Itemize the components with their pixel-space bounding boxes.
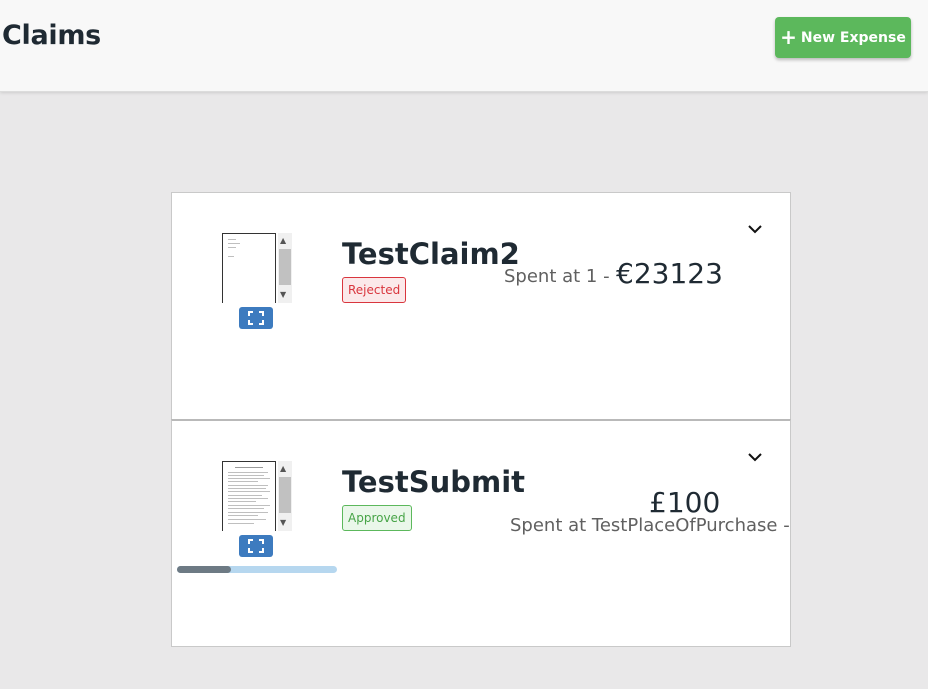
- status-badge: Rejected: [342, 277, 407, 303]
- preview-scrollbar[interactable]: ▲ ▼: [278, 461, 292, 531]
- fullscreen-icon: [248, 539, 264, 553]
- new-expense-button[interactable]: + New Expense: [775, 17, 911, 58]
- claim-amount: €23123: [616, 257, 723, 290]
- document-thumbnail: [222, 233, 276, 303]
- scroll-down-arrow-icon[interactable]: ▼: [280, 519, 286, 527]
- claim-card: ▲ ▼ TestSubmit Approved £100 Spent at Te…: [171, 419, 791, 647]
- spent-at-text: Spent at 1 -: [504, 266, 610, 287]
- claims-list: ▲ ▼ TestClaim2 Rejected Spent at 1 - €23…: [171, 192, 791, 648]
- chevron-down-icon[interactable]: [747, 223, 763, 235]
- page-header: Claims + New Expense: [0, 0, 928, 92]
- scrollbar-thumb[interactable]: [279, 477, 291, 513]
- scroll-up-arrow-icon[interactable]: ▲: [280, 465, 286, 473]
- upload-progress-fill: [177, 566, 232, 573]
- scroll-up-arrow-icon[interactable]: ▲: [280, 237, 286, 245]
- upload-progress-bar: [177, 566, 337, 573]
- scrollbar-thumb[interactable]: [279, 249, 291, 285]
- preview-scrollbar[interactable]: ▲ ▼: [278, 233, 292, 303]
- fullscreen-button[interactable]: [239, 307, 273, 329]
- claim-card: ▲ ▼ TestClaim2 Rejected Spent at 1 - €23…: [171, 192, 791, 420]
- status-badge: Approved: [342, 505, 412, 531]
- claim-name: TestClaim2: [342, 237, 520, 271]
- page-title: Claims: [2, 20, 101, 51]
- receipt-preview[interactable]: ▲ ▼: [222, 461, 293, 531]
- receipt-preview[interactable]: ▲ ▼: [222, 233, 293, 303]
- fullscreen-icon: [248, 311, 264, 325]
- chevron-down-icon[interactable]: [747, 451, 763, 463]
- plus-icon: +: [780, 24, 797, 49]
- claim-name: TestSubmit: [342, 465, 526, 499]
- spent-at-text: Spent at TestPlaceOfPurchase -: [510, 515, 790, 536]
- document-thumbnail: [222, 461, 276, 531]
- fullscreen-button[interactable]: [239, 535, 273, 557]
- scroll-down-arrow-icon[interactable]: ▼: [280, 291, 286, 299]
- new-expense-label: New Expense: [800, 29, 906, 46]
